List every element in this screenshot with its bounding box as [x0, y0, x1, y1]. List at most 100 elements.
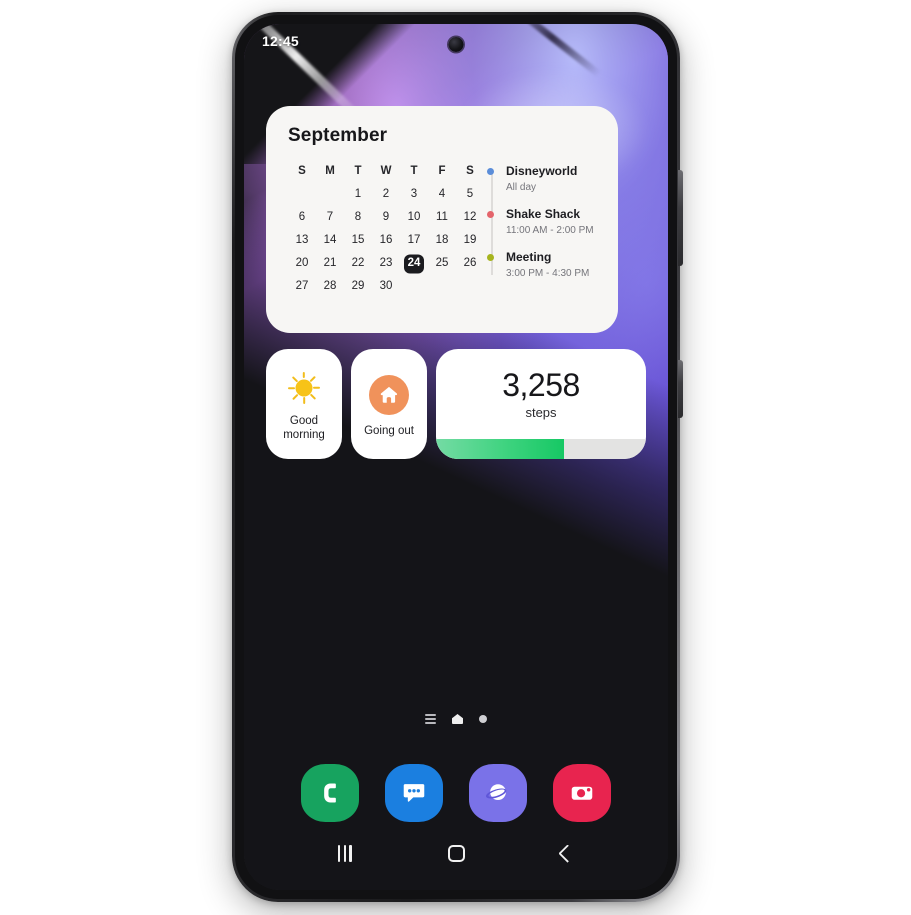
calendar-widget-body: S M T W T F S 1 2 3 4 5 6 7 8 9 10 11 12 13 14 15 16 17 18 19 20 21… — [288, 163, 598, 301]
home-button[interactable] — [447, 844, 465, 862]
messages-app-icon[interactable] — [385, 764, 443, 822]
sun-ray — [309, 375, 317, 382]
steps-progress-track — [436, 439, 646, 459]
calendar-day[interactable]: 10 — [400, 209, 428, 226]
calendar-day[interactable]: 20 — [288, 255, 316, 272]
calendar-day[interactable]: 3 — [400, 186, 428, 203]
event-color-dot — [487, 168, 494, 175]
sun-ray — [291, 375, 299, 382]
routine-good-morning-widget[interactable]: Good morning — [266, 349, 342, 459]
power-button[interactable] — [678, 360, 683, 418]
phone-screen: 12:45 September S M T W T F S 1 2 3 4 5 6 7 8 9 10 11 12 13… — [244, 24, 668, 890]
calendar-day[interactable]: 11 — [428, 209, 456, 226]
calendar-week-row: 13 14 15 16 17 18 19 — [288, 232, 484, 249]
calendar-widget[interactable]: September S M T W T F S 1 2 3 4 5 6 7 8 9 10 11 12 13 14 15 16… — [266, 106, 618, 333]
routine-going-out-widget[interactable]: Going out — [351, 349, 427, 459]
sun-ray — [288, 386, 295, 389]
calendar-day[interactable]: 16 — [372, 232, 400, 249]
calendar-day-empty — [400, 278, 428, 295]
camera-app-icon[interactable] — [553, 764, 611, 822]
calendar-weekday-row: SMTWTFS — [288, 163, 484, 180]
calendar-week-row: 27 28 29 30 — [288, 278, 484, 295]
dock — [244, 764, 668, 822]
internet-app-icon[interactable] — [469, 764, 527, 822]
calendar-day[interactable]: 30 — [372, 278, 400, 295]
home-page-icon[interactable] — [452, 714, 463, 724]
steps-progress-fill — [436, 439, 565, 459]
calendar-event[interactable]: Disneyworld All day — [487, 164, 598, 194]
calendar-day[interactable]: 6 — [288, 209, 316, 226]
widget-row: Good morning Going out 3,258 steps — [266, 349, 646, 459]
event-title: Shake Shack — [506, 207, 581, 221]
back-button[interactable] — [558, 843, 577, 863]
calendar-day[interactable]: 18 — [428, 232, 456, 249]
calendar-weekday: T — [354, 165, 362, 177]
event-color-dot — [487, 254, 494, 261]
event-title: Disneyworld — [506, 164, 578, 178]
steps-count: 3,258 — [502, 367, 580, 403]
calendar-weekday: S — [298, 165, 306, 177]
sun-ray — [291, 393, 299, 400]
calendar-day[interactable]: 19 — [456, 232, 484, 249]
sun-icon — [287, 371, 321, 405]
event-time: 3:00 PM - 4:30 PM — [506, 268, 590, 279]
routine-going-out-label: Going out — [364, 424, 414, 437]
calendar-day[interactable]: 25 — [428, 255, 456, 272]
recents-button[interactable] — [338, 844, 352, 862]
calendar-day[interactable]: 5 — [456, 186, 484, 203]
calendar-day[interactable]: 21 — [316, 255, 344, 272]
volume-button[interactable] — [678, 170, 683, 266]
page-indicator — [244, 714, 668, 724]
calendar-day[interactable]: 27 — [288, 278, 316, 295]
calendar-day[interactable]: 12 — [456, 209, 484, 226]
calendar-day-empty — [288, 186, 316, 203]
calendar-day[interactable]: 4 — [428, 186, 456, 203]
calendar-day[interactable]: 14 — [316, 232, 344, 249]
calendar-weekday: W — [380, 165, 392, 177]
calendar-day[interactable]: 28 — [316, 278, 344, 295]
calendar-day[interactable]: 26 — [456, 255, 484, 272]
calendar-day[interactable]: 23 — [372, 255, 400, 272]
page-dot[interactable] — [479, 715, 487, 723]
sun-ray — [309, 393, 317, 400]
calendar-month-title: September — [288, 125, 388, 146]
calendar-weekday: M — [325, 165, 335, 177]
phone-app-icon[interactable] — [301, 764, 359, 822]
house-icon — [369, 374, 409, 415]
steps-widget[interactable]: 3,258 steps — [436, 349, 646, 459]
calendar-day[interactable]: 7 — [316, 209, 344, 226]
calendar-day-empty — [456, 278, 484, 295]
calendar-grid[interactable]: S M T W T F S 1 2 3 4 5 6 7 8 9 10 11 12 13 14 15 16 17 18 19 20 21… — [288, 163, 484, 301]
calendar-day[interactable]: 13 — [288, 232, 316, 249]
calendar-week-row: 12345 — [288, 186, 484, 203]
calendar-day[interactable]: 15 — [344, 232, 372, 249]
calendar-day[interactable]: 29 — [344, 278, 372, 295]
calendar-event[interactable]: Meeting 3:00 PM - 4:30 PM — [487, 250, 598, 280]
sun-ray — [302, 371, 306, 378]
sun-ray — [313, 386, 320, 389]
calendar-event[interactable]: Shake Shack 11:00 AM - 2:00 PM — [487, 207, 598, 237]
calendar-day-today[interactable]: 24 — [400, 255, 428, 272]
screenshot-stage: 12:45 September S M T W T F S 1 2 3 4 5 6 7 8 9 10 11 12 13… — [0, 0, 911, 915]
calendar-events-list[interactable]: Disneyworld All day Shake Shack 11:00 AM - … — [484, 163, 598, 301]
calendar-day[interactable]: 17 — [400, 232, 428, 249]
calendar-day-empty — [316, 186, 344, 203]
calendar-day[interactable]: 9 — [372, 209, 400, 226]
status-bar-clock: 12:45 — [262, 33, 299, 49]
calendar-week-row: 6 7 8 9 10 11 12 — [288, 209, 484, 226]
event-time: 11:00 AM - 2:00 PM — [506, 225, 594, 236]
calendar-day[interactable]: 2 — [372, 186, 400, 203]
calendar-day[interactable]: 8 — [344, 209, 372, 226]
calendar-day[interactable]: 22 — [344, 255, 372, 272]
apps-page-icon[interactable] — [425, 714, 436, 724]
navigation-bar — [244, 832, 668, 874]
front-camera-punch-hole — [448, 37, 464, 52]
calendar-weekday: T — [410, 165, 418, 177]
calendar-day[interactable]: 1 — [344, 186, 372, 203]
calendar-weekday: S — [466, 165, 474, 177]
steps-unit-label: steps — [525, 405, 557, 420]
routine-good-morning-label: Good morning — [283, 414, 325, 441]
event-time: All day — [506, 182, 537, 193]
event-color-dot — [487, 211, 494, 218]
calendar-week-row: 20 21 22 23 24 25 26 — [288, 255, 484, 272]
